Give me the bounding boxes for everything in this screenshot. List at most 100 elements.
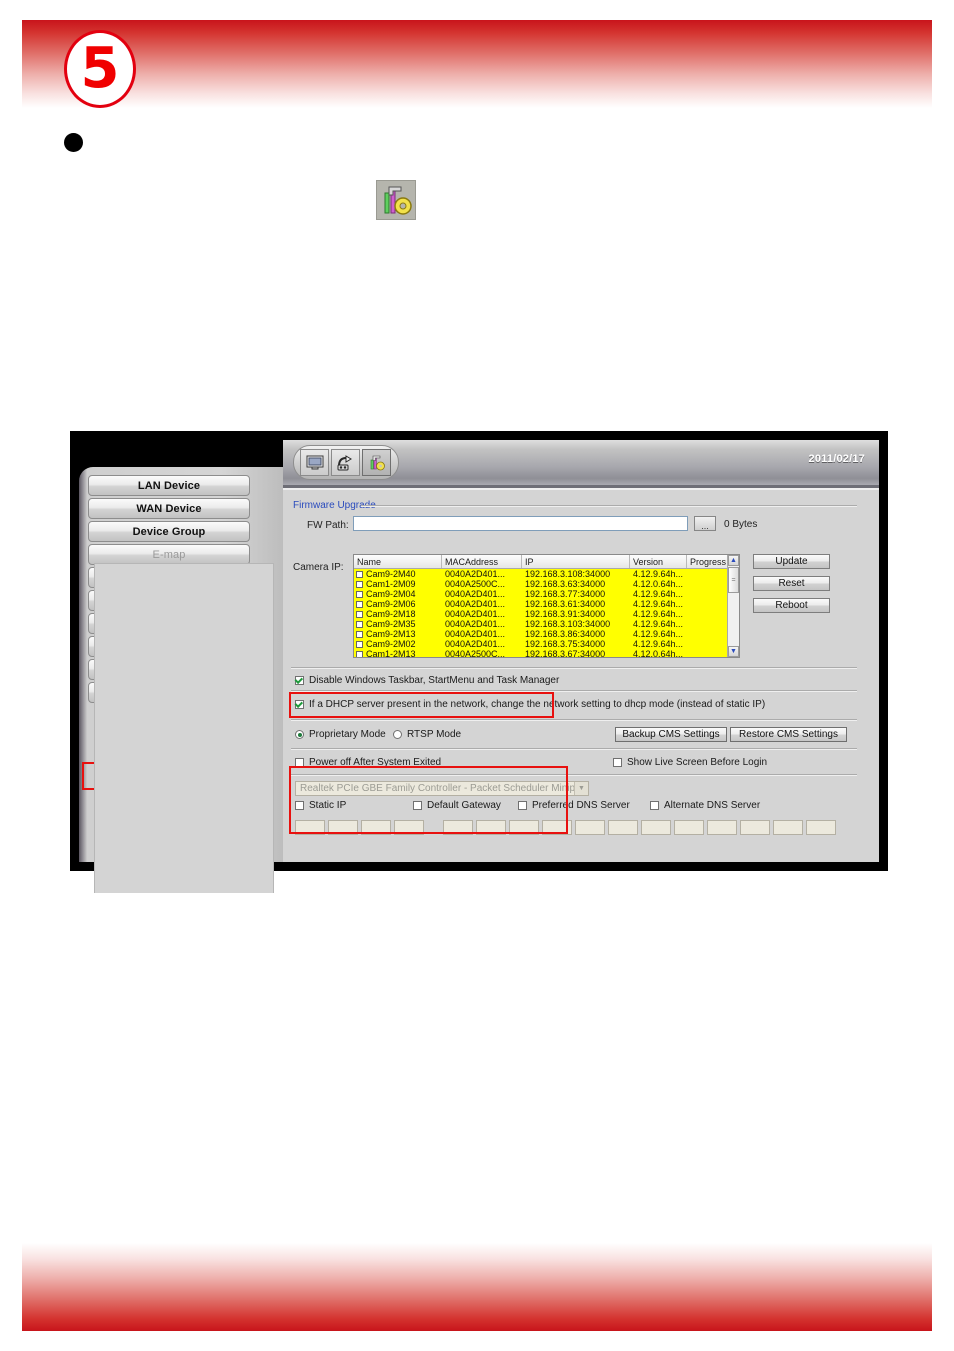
proprietary-mode-radio[interactable]	[295, 730, 304, 739]
row-checkbox[interactable]	[356, 640, 363, 648]
show-live-screen-option[interactable]: Show Live Screen Before Login	[613, 757, 767, 768]
static-ip-octet-1[interactable]	[295, 820, 325, 835]
row-checkbox[interactable]	[356, 570, 363, 578]
rtsp-mode-option[interactable]: RTSP Mode	[393, 729, 461, 740]
scrollbar-thumb[interactable]: =	[728, 567, 739, 593]
disable-taskbar-option[interactable]: Disable Windows Taskbar, StartMenu and T…	[295, 675, 559, 686]
row-checkbox[interactable]	[356, 580, 363, 588]
table-row[interactable]: Cam9-2M04 0040A2D401... 192.168.3.77:340…	[354, 589, 739, 599]
cell-ip: 192.168.3.75:34000	[525, 639, 606, 649]
column-header-ip[interactable]: IP	[522, 555, 630, 568]
table-row[interactable]: Cam1-2M13 0040A2500C... 192.168.3.67:340…	[354, 649, 739, 657]
power-off-label: Power off After System Exited	[309, 757, 442, 768]
static-ip-checkbox[interactable]	[295, 801, 304, 810]
gateway-octet-3[interactable]	[509, 820, 539, 835]
rtsp-mode-radio[interactable]	[393, 730, 402, 739]
static-ip-octet-2[interactable]	[328, 820, 358, 835]
divider-2	[291, 690, 857, 692]
column-header-version[interactable]: Version	[630, 555, 687, 568]
table-row[interactable]: Cam9-2M40 0040A2D401... 192.168.3.108:34…	[354, 569, 739, 579]
cell-version: 4.12.9.64h...	[633, 639, 684, 649]
default-gateway-option[interactable]: Default Gateway	[413, 800, 501, 811]
alternate-dns-octet-4[interactable]	[806, 820, 836, 835]
browse-button[interactable]: ...	[694, 516, 716, 531]
row-checkbox[interactable]	[356, 600, 363, 608]
advance-settings-pane: Firmware Upgrade FW Path: ... 0 Bytes Ca…	[283, 488, 879, 862]
cell-version: 4.12.9.64h...	[633, 599, 684, 609]
network-adapter-select[interactable]: Realtek PCIe GBE Family Controller - Pac…	[295, 781, 589, 796]
column-header-name[interactable]: Name	[354, 555, 442, 568]
preferred-dns-octet-2[interactable]	[608, 820, 638, 835]
alternate-dns-checkbox[interactable]	[650, 801, 659, 810]
column-header-macaddress[interactable]: MACAddress	[442, 555, 522, 568]
playback-icon[interactable]	[331, 449, 360, 476]
static-ip-option[interactable]: Static IP	[295, 800, 346, 811]
vertical-scrollbar[interactable]: ▲ = ▼	[727, 555, 739, 657]
table-row[interactable]: Cam9-2M35 0040A2D401... 192.168.3.103:34…	[354, 619, 739, 629]
dhcp-option[interactable]: If a DHCP server present in the network,…	[295, 699, 765, 710]
power-off-checkbox[interactable]	[295, 758, 304, 767]
table-row[interactable]: Cam9-2M18 0040A2D401... 192.168.3.91:340…	[354, 609, 739, 619]
sidebar-item-wan-device[interactable]: WAN Device	[88, 498, 250, 519]
default-gateway-checkbox[interactable]	[413, 801, 422, 810]
table-row[interactable]: Cam9-2M02 0040A2D401... 192.168.3.75:340…	[354, 639, 739, 649]
dhcp-checkbox[interactable]	[295, 700, 304, 709]
reboot-button[interactable]: Reboot	[753, 598, 830, 613]
preferred-dns-octet-1[interactable]	[575, 820, 605, 835]
update-button[interactable]: Update	[753, 554, 830, 569]
restore-cms-settings-button[interactable]: Restore CMS Settings	[730, 727, 847, 742]
sidebar-item-device-group[interactable]: Device Group	[88, 521, 250, 542]
table-row[interactable]: Cam9-2M13 0040A2D401... 192.168.3.86:340…	[354, 629, 739, 639]
main-toolbar	[293, 445, 399, 480]
static-ip-octet-4[interactable]	[394, 820, 424, 835]
table-header-row: Name MACAddress IP Version Progress	[354, 555, 739, 569]
gateway-octet-4[interactable]	[542, 820, 572, 835]
bullet-point	[64, 133, 83, 152]
cell-version: 4.12.9.64h...	[633, 629, 684, 639]
disable-taskbar-label: Disable Windows Taskbar, StartMenu and T…	[309, 675, 560, 686]
sidebar-item-lan-device[interactable]: LAN Device	[88, 475, 250, 496]
proprietary-mode-option[interactable]: Proprietary Mode	[295, 729, 386, 740]
preferred-dns-octet-4[interactable]	[674, 820, 704, 835]
step-number-badge: 5	[64, 30, 136, 108]
reset-button[interactable]: Reset	[753, 576, 830, 591]
row-checkbox[interactable]	[356, 610, 363, 618]
tools-icon	[376, 180, 416, 220]
static-ip-label: Static IP	[309, 800, 347, 811]
table-row[interactable]: Cam1-2M09 0040A2500C... 192.168.3.63:340…	[354, 579, 739, 589]
row-checkbox[interactable]	[356, 620, 363, 628]
divider-3	[291, 719, 857, 721]
preferred-dns-label: Preferred DNS Server	[532, 800, 630, 811]
step-number-label: 5	[80, 36, 120, 101]
scroll-down-icon[interactable]: ▼	[728, 646, 739, 657]
tools-icon[interactable]	[362, 449, 391, 476]
cell-version: 4.12.9.64h...	[633, 569, 684, 579]
power-off-option[interactable]: Power off After System Exited	[295, 757, 441, 768]
show-live-screen-label: Show Live Screen Before Login	[627, 757, 768, 768]
table-row[interactable]: Cam9-2M06 0040A2D401... 192.168.3.61:340…	[354, 599, 739, 609]
cell-ip: 192.168.3.91:34000	[525, 609, 606, 619]
cms-application-window: LAN Device WAN Device Device Group E-map…	[70, 431, 888, 893]
alternate-dns-option[interactable]: Alternate DNS Server	[650, 800, 760, 811]
row-checkbox[interactable]	[356, 590, 363, 598]
gateway-octet-1[interactable]	[443, 820, 473, 835]
static-ip-octet-3[interactable]	[361, 820, 391, 835]
show-live-screen-checkbox[interactable]	[613, 758, 622, 767]
scroll-up-icon[interactable]: ▲	[728, 555, 739, 566]
alternate-dns-octet-3[interactable]	[773, 820, 803, 835]
fw-path-input[interactable]	[353, 516, 688, 531]
preferred-dns-checkbox[interactable]	[518, 801, 527, 810]
alternate-dns-octet-1[interactable]	[707, 820, 737, 835]
row-checkbox[interactable]	[356, 630, 363, 638]
default-gateway-label: Default Gateway	[427, 800, 501, 811]
preferred-dns-option[interactable]: Preferred DNS Server	[518, 800, 630, 811]
monitor-icon[interactable]	[300, 449, 329, 476]
preferred-dns-octet-3[interactable]	[641, 820, 671, 835]
row-checkbox[interactable]	[356, 650, 363, 657]
backup-cms-settings-button[interactable]: Backup CMS Settings	[615, 727, 727, 742]
disable-taskbar-checkbox[interactable]	[295, 676, 304, 685]
gateway-octet-2[interactable]	[476, 820, 506, 835]
fw-path-label: FW Path:	[307, 520, 349, 531]
cell-ip: 192.168.3.61:34000	[525, 599, 606, 609]
alternate-dns-octet-2[interactable]	[740, 820, 770, 835]
